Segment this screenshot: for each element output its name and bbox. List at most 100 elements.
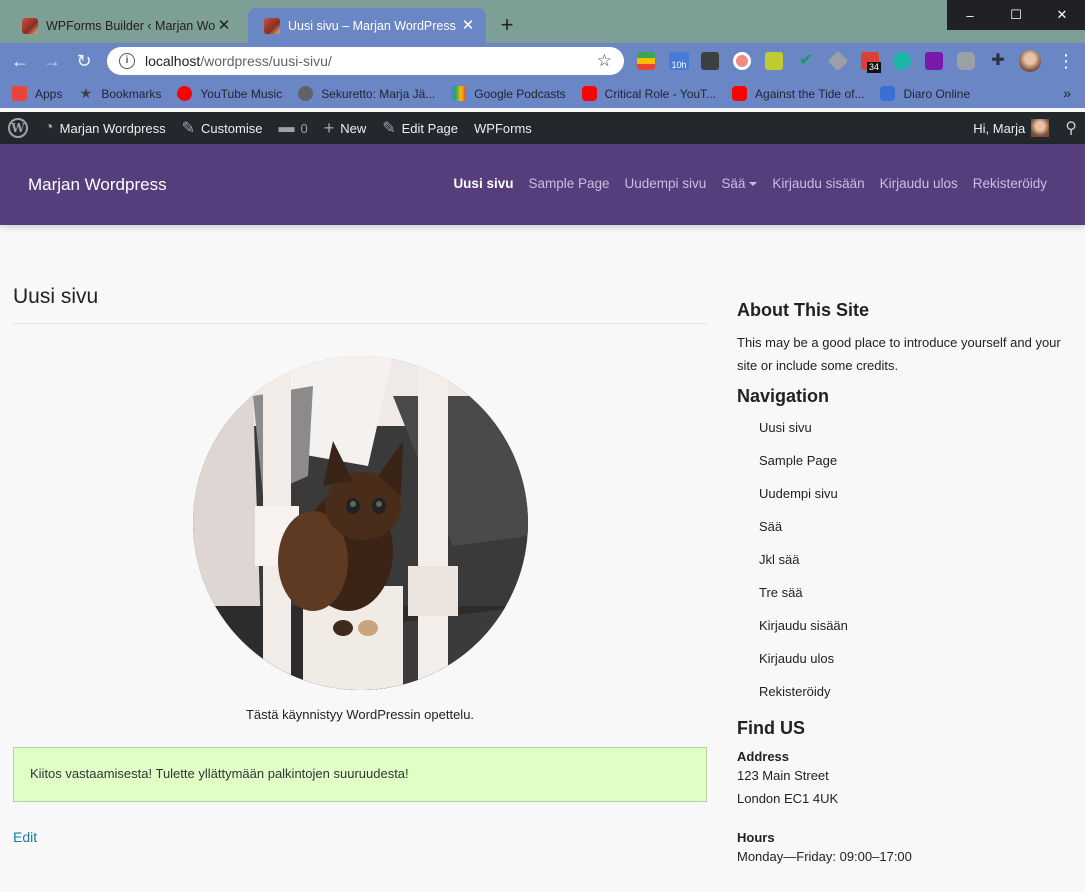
maximize-button[interactable]: ☐	[993, 0, 1039, 30]
bookmark-star-icon[interactable]: ☆	[597, 51, 612, 71]
extension-colorful-icon[interactable]	[637, 52, 655, 70]
bookmark-label: Against the Tide of...	[755, 86, 865, 101]
address-line-2: London EC1 4UK	[737, 791, 839, 806]
bookmark-sekuretto[interactable]: Sekuretto: Marja Jä...	[298, 86, 435, 101]
profile-avatar[interactable]	[1019, 50, 1041, 72]
bookmarks-overflow-button[interactable]: »	[1063, 85, 1071, 101]
find-us-widget-title: Find US	[737, 718, 805, 738]
sidebar-nav-kirjaudu-ulos[interactable]: Kirjaudu ulos	[759, 650, 1077, 683]
tab-strip: WPForms Builder ‹ Marjan WordPress ✕ Uus…	[0, 0, 1085, 43]
main-content: Uusi sivu Tästä käynnistyy WordPressin o…	[13, 285, 707, 845]
bookmark-against-the-tide[interactable]: Against the Tide of...	[732, 86, 864, 101]
sidebar-nav-rekisteroidy[interactable]: Rekisteröidy	[759, 683, 1077, 716]
extension-shield-icon[interactable]	[957, 52, 975, 70]
close-icon[interactable]: ✕	[216, 17, 232, 34]
diaro-icon	[880, 86, 896, 101]
page-title: Uusi sivu	[13, 285, 707, 324]
bookmark-label: Apps	[35, 86, 63, 101]
sidebar-nav-saa[interactable]: Sää	[759, 518, 1077, 551]
todoist-extension-icon[interactable]: 34	[861, 52, 882, 73]
bookmark-diaro-online[interactable]: Diaro Online	[880, 86, 970, 101]
extension-smile-icon[interactable]	[765, 52, 783, 70]
nav-rekisteroidy[interactable]: Rekisteröidy	[973, 176, 1047, 191]
nav-sample-page[interactable]: Sample Page	[528, 176, 609, 191]
nav-saa-dropdown[interactable]: Sää	[721, 176, 758, 191]
wp-admin-bar: W ◔ Marjan Wordpress ✎ Customise ▬ 0 + New ✎…	[0, 112, 1085, 144]
minimize-button[interactable]: –	[947, 0, 993, 30]
youtube-icon	[581, 86, 597, 101]
sidebar-nav-tre-saa[interactable]: Tre sää	[759, 584, 1077, 617]
star-icon: ★	[79, 85, 93, 101]
bookmark-critical-role[interactable]: Critical Role - YouT...	[581, 86, 716, 101]
back-button[interactable]: ←	[8, 49, 32, 73]
bookmark-label: Diaro Online	[903, 86, 971, 101]
address-bar[interactable]: i localhost/wordpress/uusi-sivu/ ☆	[107, 47, 624, 75]
nav-kirjaudu-sisaan[interactable]: Kirjaudu sisään	[772, 176, 864, 191]
comments-count: 0	[300, 120, 308, 136]
nav-uusi-sivu[interactable]: Uusi sivu	[453, 176, 513, 191]
tab-title: WPForms Builder ‹ Marjan WordPress	[46, 18, 216, 33]
browser-toolbar: ← → ↻ i localhost/wordpress/uusi-sivu/ ☆…	[0, 43, 1085, 79]
sidebar-nav-uudempi-sivu[interactable]: Uudempi sivu	[759, 485, 1077, 518]
onenote-extension-icon[interactable]	[925, 52, 943, 70]
url-path: /wordpress/uusi-sivu/	[200, 53, 332, 69]
hours-line-1: Monday—Friday: 09:00–17:00	[737, 849, 912, 864]
about-widget-text: This may be a good place to introduce yo…	[737, 335, 1061, 373]
extension-bulb-icon[interactable]	[701, 52, 719, 70]
edit-page-link[interactable]: ✎ Edit Page	[374, 112, 466, 144]
wp-logo-button[interactable]: W	[0, 112, 36, 144]
reload-button[interactable]: ↻	[72, 49, 96, 73]
new-content-link[interactable]: + New	[316, 112, 375, 144]
extension-m-icon[interactable]	[893, 52, 911, 70]
podcasts-icon	[451, 86, 467, 101]
comments-link[interactable]: ▬ 0	[270, 112, 315, 144]
site-favicon-icon	[264, 17, 280, 34]
admin-site-link[interactable]: ◔ Marjan Wordpress	[36, 112, 174, 144]
dashboard-icon: ◔	[44, 119, 54, 136]
sidebar-nav-kirjaudu-sisaan[interactable]: Kirjaudu sisään	[759, 617, 1077, 650]
bookmark-google-podcasts[interactable]: Google Podcasts	[451, 86, 566, 101]
browser-menu-icon[interactable]: ⋮	[1056, 49, 1076, 73]
nav-kirjaudu-ulos[interactable]: Kirjaudu ulos	[880, 176, 958, 191]
pencil-icon: ✎	[382, 120, 396, 137]
checkmark-extension-icon[interactable]: ✔	[797, 52, 815, 70]
new-label: New	[340, 120, 367, 136]
admin-search-button[interactable]: ⚲	[1057, 112, 1085, 144]
todoist-badge: 34	[867, 62, 882, 73]
sidebar-nav-jkl-saa[interactable]: Jkl sää	[759, 551, 1077, 584]
nav-uudempi-sivu[interactable]: Uudempi sivu	[625, 176, 707, 191]
calendar-extension-icon[interactable]: 10h	[669, 52, 689, 70]
customise-label: Customise	[201, 120, 263, 136]
extensions-puzzle-icon[interactable]: ✚	[989, 52, 1007, 70]
site-info-icon[interactable]: i	[119, 53, 135, 69]
bookmark-bookmarks[interactable]: ★ Bookmarks	[78, 85, 162, 101]
close-window-button[interactable]: ✕	[1039, 0, 1085, 30]
navigation-widget-list: Uusi sivu Sample Page Uudempi sivu Sää J…	[737, 419, 1077, 716]
bookmarks-bar: Apps ★ Bookmarks YouTube Music Sekuretto:…	[0, 79, 1085, 108]
customise-link[interactable]: ✎ Customise	[174, 112, 271, 144]
sidebar-nav-uusi-sivu[interactable]: Uusi sivu	[759, 419, 1077, 452]
close-icon[interactable]: ✕	[460, 17, 476, 34]
wordpress-logo-icon: W	[8, 118, 28, 138]
sidebar-nav-sample-page[interactable]: Sample Page	[759, 452, 1077, 485]
extension-diamond-icon[interactable]	[827, 50, 849, 72]
globe-icon	[298, 86, 314, 101]
tab-uusi-sivu[interactable]: Uusi sivu – Marjan WordPress ✕	[248, 8, 486, 43]
bookmark-apps[interactable]: Apps	[12, 86, 62, 101]
site-title[interactable]: Marjan Wordpress	[28, 175, 167, 195]
wpforms-link[interactable]: WPForms	[466, 112, 540, 144]
edit-link[interactable]: Edit	[13, 829, 37, 845]
bookmark-youtube-music[interactable]: YouTube Music	[177, 86, 282, 101]
site-header: Marjan Wordpress Uusi sivu Sample Page U…	[0, 144, 1085, 225]
account-menu[interactable]: Hi, Marja	[965, 112, 1057, 144]
forward-button[interactable]: →	[40, 49, 64, 73]
greeting-label: Hi, Marja	[973, 120, 1026, 136]
image-caption: Tästä käynnistyy WordPressin opettelu.	[245, 707, 475, 722]
admin-site-label: Marjan Wordpress	[59, 120, 166, 136]
plus-icon: +	[323, 117, 335, 138]
youtube-icon	[732, 86, 748, 101]
extension-record-icon[interactable]	[733, 52, 751, 70]
tab-wpforms-builder[interactable]: WPForms Builder ‹ Marjan WordPress ✕	[6, 8, 242, 43]
new-tab-button[interactable]: +	[495, 14, 519, 38]
bookmark-label: Sekuretto: Marja Jä...	[321, 86, 436, 101]
